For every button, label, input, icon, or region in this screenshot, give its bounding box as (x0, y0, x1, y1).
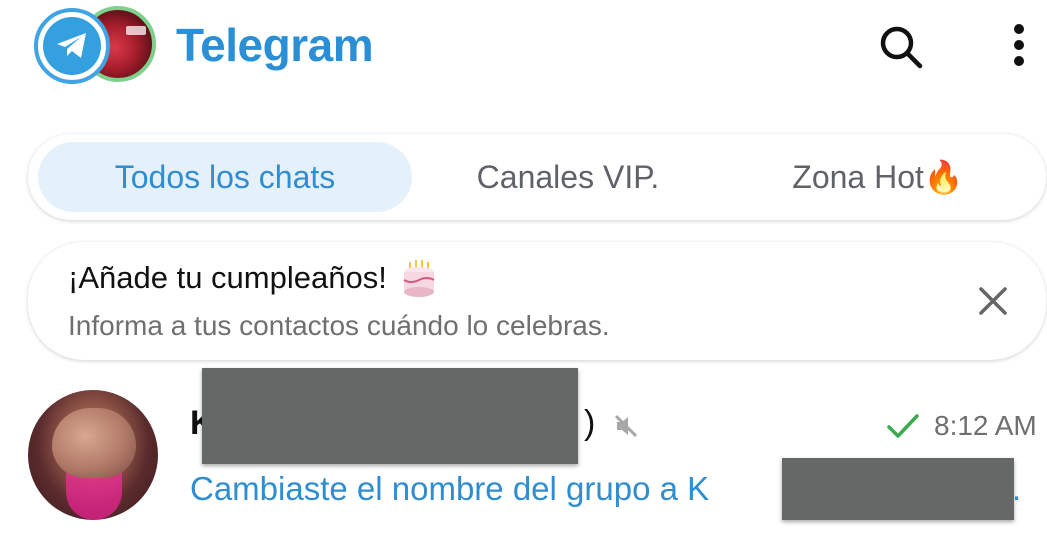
tab-todos-los-chats[interactable]: Todos los chats (38, 142, 412, 212)
telegram-logo-circle (43, 17, 101, 75)
mute-icon (614, 414, 638, 438)
tab-canales-vip[interactable]: Canales VIP. (428, 142, 708, 212)
chat-avatar[interactable] (28, 390, 158, 520)
tab-zona-hot[interactable]: Zona Hot🔥 (728, 142, 1028, 212)
birthday-suggestion-card[interactable]: ¡Añade tu cumpleaños! Informa a tus cont… (28, 242, 1046, 360)
chat-time: 8:12 AM (934, 410, 1037, 441)
app-title: Telegram (176, 19, 374, 71)
folder-tabs: Todos los chats Canales VIP. Zona Hot🔥 (28, 134, 1046, 220)
chat-list-item[interactable]: K ) 8:12 AM Cambiaste el nombre del grup… (0, 368, 1047, 532)
chat-preview: Cambiaste el nombre del grupo a K (190, 470, 710, 507)
avatar-image-part (52, 408, 136, 478)
chat-name-suffix: ) (584, 404, 596, 442)
birthday-cake-icon (403, 260, 435, 297)
app-header: Telegram (0, 0, 1047, 100)
close-icon[interactable] (978, 286, 1008, 316)
redaction-box (782, 458, 1014, 520)
search-icon[interactable] (876, 22, 926, 72)
telegram-logo-icon[interactable] (34, 8, 110, 84)
header-avatars (34, 6, 158, 86)
chat-preview-suffix: . (1012, 470, 1022, 507)
birthday-title-row: ¡Añade tu cumpleaños! (68, 258, 439, 298)
check-icon (887, 414, 919, 438)
redaction-box (202, 368, 578, 464)
birthday-title: ¡Añade tu cumpleaños! (68, 260, 387, 295)
paper-plane-icon (57, 33, 86, 58)
birthday-subtitle: Informa a tus contactos cuándo lo celebr… (68, 310, 610, 341)
more-vertical-icon[interactable] (1002, 20, 1036, 70)
